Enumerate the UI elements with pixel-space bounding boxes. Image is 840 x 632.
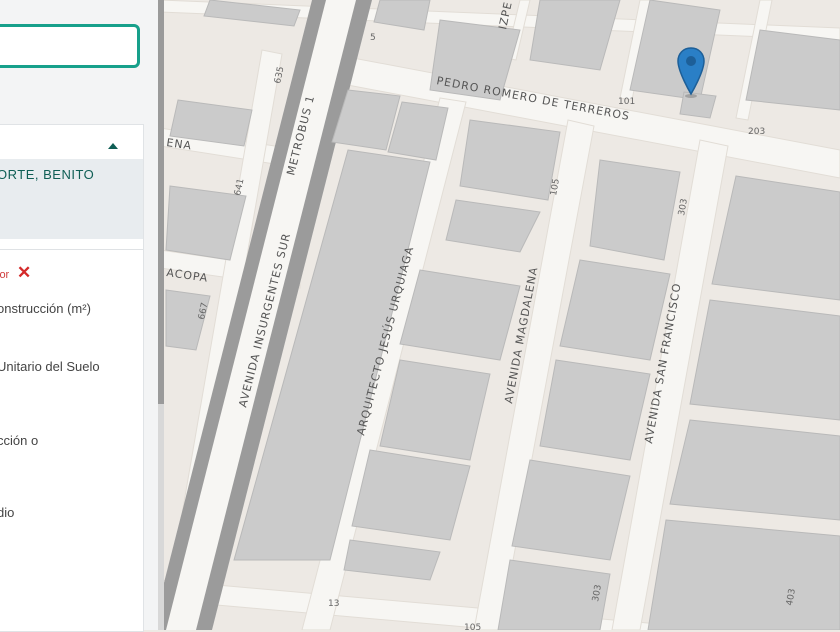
filter-label: lor (0, 269, 10, 281)
side-panel: ORTE, BENITO lor ✕ onstrucción (m²) Unit… (0, 0, 162, 632)
location-pin-icon[interactable] (676, 46, 706, 98)
address-number: 5 (370, 33, 376, 43)
collapse-caret-icon[interactable] (108, 143, 118, 149)
address-number: 203 (748, 127, 765, 137)
close-icon[interactable]: ✕ (17, 264, 31, 282)
field-label-construccion: onstrucción (m²) (0, 301, 91, 316)
search-input[interactable] (0, 24, 140, 68)
address-number: 101 (618, 97, 635, 107)
panel-scrollbar-thumb[interactable] (158, 0, 164, 404)
result-card: ORTE, BENITO lor ✕ onstrucción (m²) Unit… (0, 124, 144, 632)
result-title: ORTE, BENITO (0, 167, 95, 182)
address-number: 13 (328, 599, 339, 609)
field-label-construccion-o: cción o (0, 433, 39, 448)
panel-scrollbar-track[interactable] (158, 404, 164, 630)
address-number: 105 (464, 623, 481, 630)
field-label-valor-unitario: Unitario del Suelo (0, 359, 100, 374)
field-label-dio: dio (0, 505, 15, 520)
divider (0, 249, 143, 250)
result-header[interactable] (0, 125, 143, 159)
